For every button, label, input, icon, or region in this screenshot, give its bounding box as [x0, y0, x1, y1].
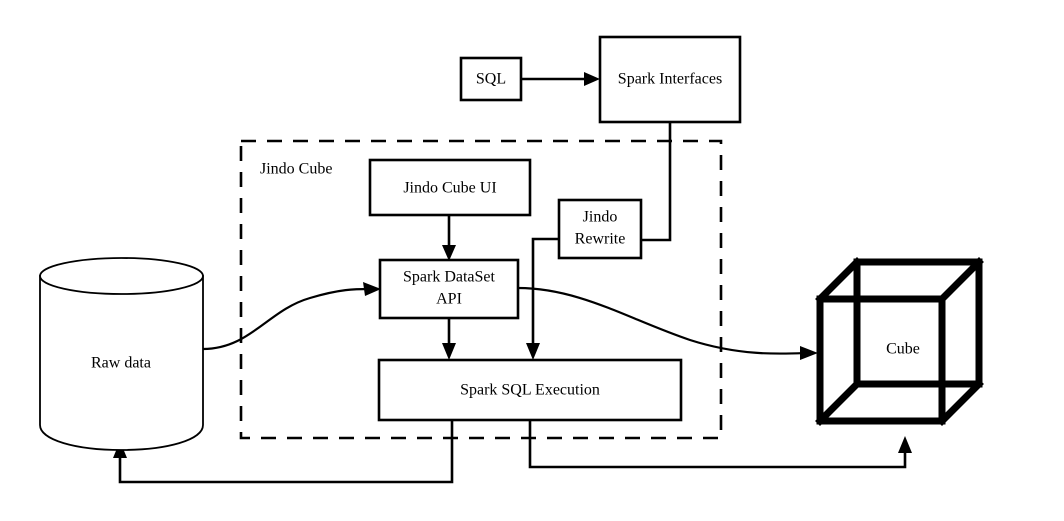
node-spark-interfaces[interactable]: Spark Interfaces: [598, 35, 742, 124]
architecture-diagram: Jindo Cube SQL Spark Interfaces Jindo Cu…: [39, 35, 984, 484]
node-spark-interfaces-label: Spark Interfaces: [618, 71, 722, 88]
node-jindo-cube-ui[interactable]: Jindo Cube UI: [368, 158, 532, 217]
node-raw-data-label: Raw data: [91, 355, 151, 372]
node-spark-dataset-api-label-line2: API: [436, 291, 462, 308]
raw-data-cylinder-top: [39, 257, 204, 295]
edge-spark-sql-execution-to-cube: [528, 420, 907, 469]
node-cube-label: Cube: [886, 341, 920, 358]
arrowhead-sql-to-spark-interfaces: [584, 72, 600, 86]
cube-edge-bottom-right: [937, 379, 984, 426]
node-spark-sql-execution[interactable]: Spark SQL Execution: [377, 358, 683, 422]
arrowhead-spark-sql-execution-to-cube: [898, 436, 912, 453]
node-sql[interactable]: SQL: [459, 56, 523, 102]
arrowhead-spark-dataset-api-to-cube: [800, 346, 818, 360]
edge-raw-data-to-spark-dataset-api: [202, 287, 371, 351]
edge-spark-dataset-api-to-cube: [517, 286, 807, 355]
edge-jindo-rewrite-to-spark-sql-execution: [531, 237, 559, 348]
diagram-canvas: Jindo Cube SQL Spark Interfaces Jindo Cu…: [0, 0, 1064, 521]
node-spark-dataset-api-label-line1: Spark DataSet: [403, 269, 496, 286]
arrowhead-jindo-rewrite-to-spark-sql-execution: [526, 343, 540, 360]
node-spark-sql-execution-label: Spark SQL Execution: [460, 382, 600, 399]
node-cube[interactable]: Cube: [815, 257, 984, 426]
jindo-cube-group-label: Jindo Cube: [260, 161, 332, 178]
node-spark-dataset-api[interactable]: Spark DataSet API: [378, 258, 520, 320]
arrowhead-jindo-cube-ui-to-spark-dataset-api: [442, 245, 456, 261]
arrowhead-spark-dataset-api-to-spark-sql-execution: [442, 343, 456, 360]
node-jindo-cube-ui-label: Jindo Cube UI: [403, 180, 496, 197]
node-jindo-rewrite[interactable]: Jindo Rewrite: [557, 198, 643, 260]
cube-edge-top-left: [815, 257, 862, 304]
node-sql-label: SQL: [476, 71, 506, 88]
arrowhead-raw-data-to-spark-dataset-api: [363, 282, 381, 296]
node-raw-data[interactable]: Raw data: [39, 257, 204, 451]
node-jindo-rewrite-label-line2: Rewrite: [575, 231, 626, 248]
node-jindo-rewrite-label-line1: Jindo: [583, 209, 618, 226]
